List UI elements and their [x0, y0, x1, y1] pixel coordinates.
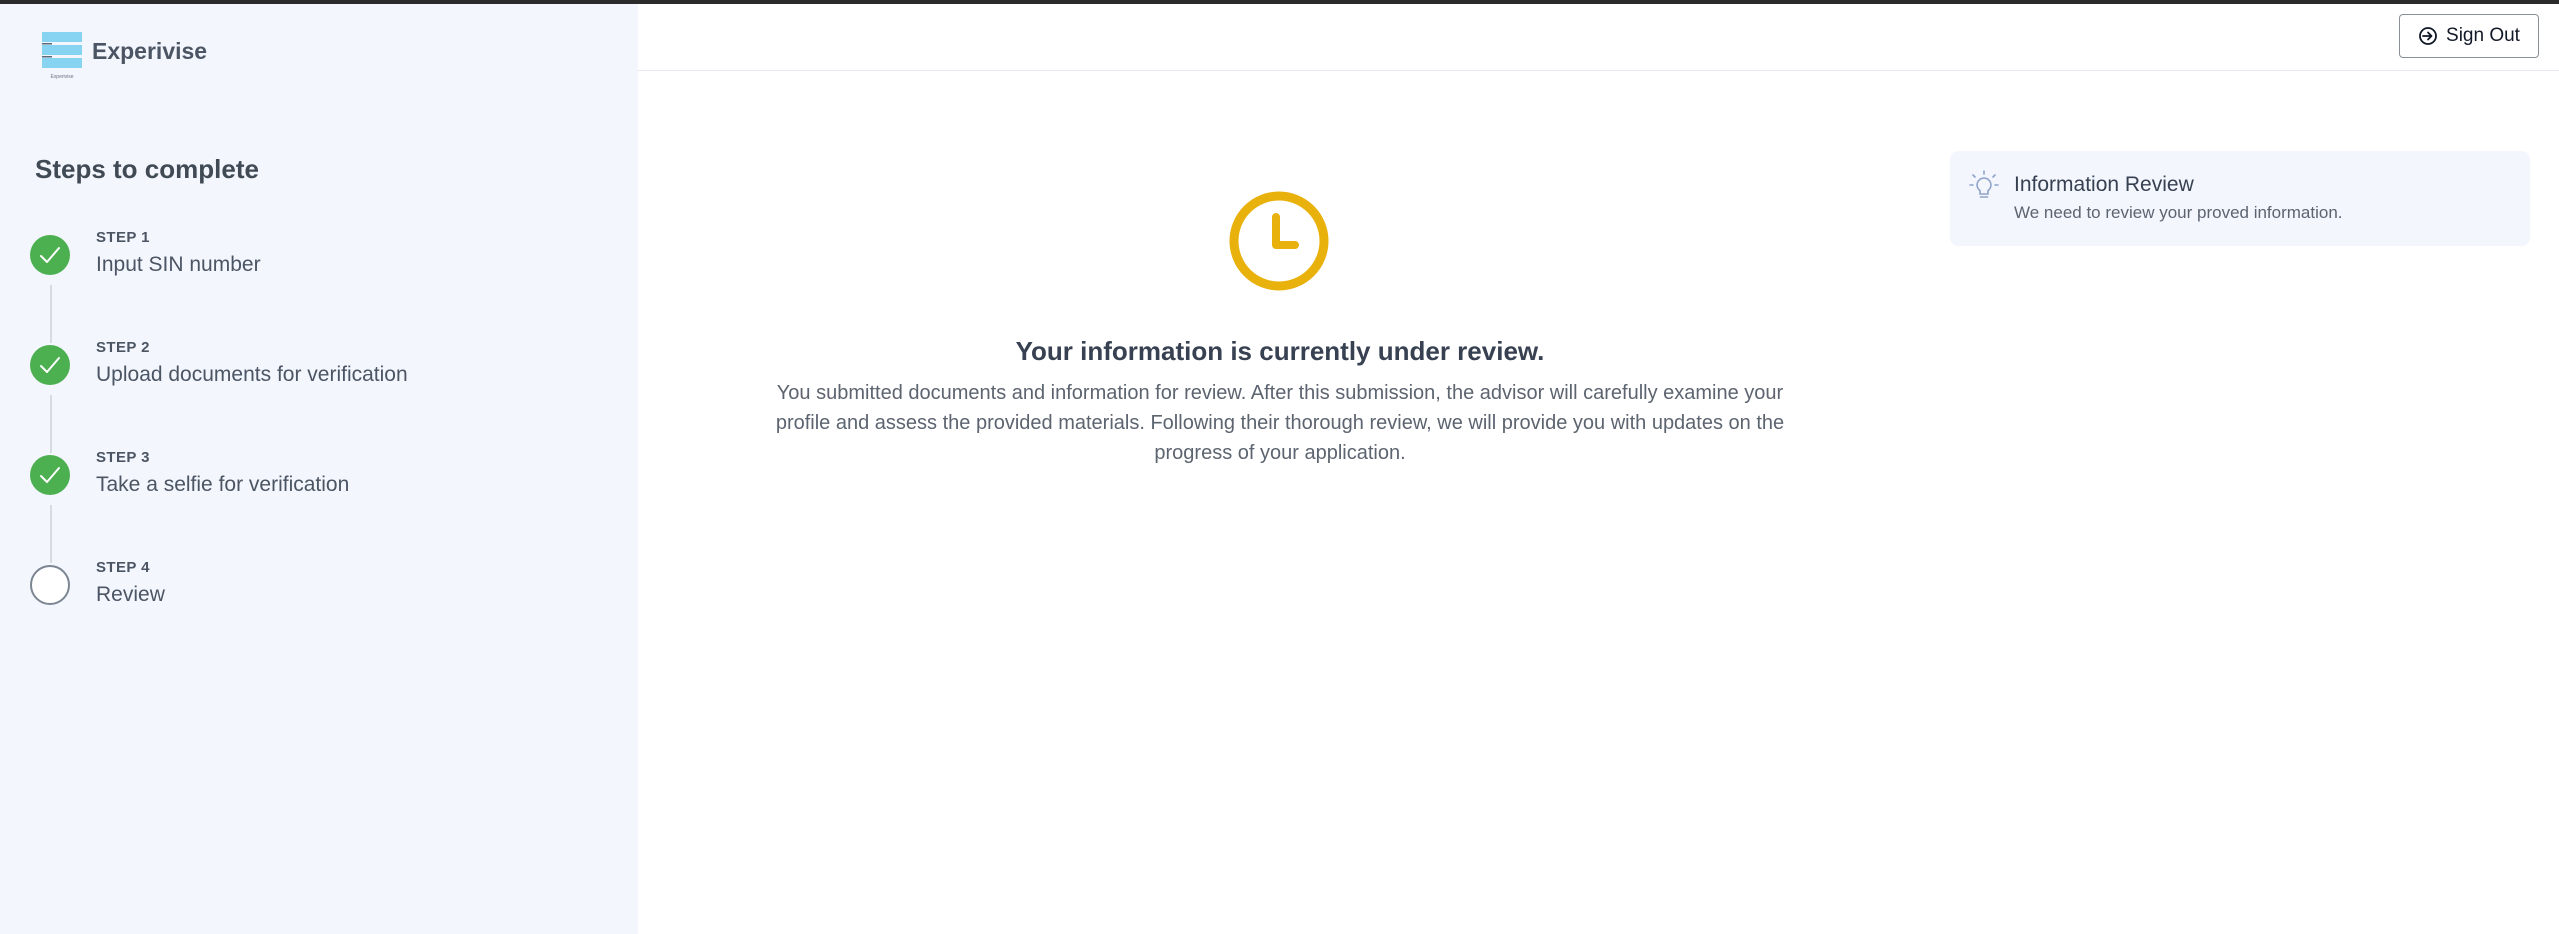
sidebar: Experivise Experivise Steps to complete … [0, 4, 638, 934]
info-subtitle: We need to review your proved informatio… [2014, 203, 2343, 222]
empty-circle-icon [30, 565, 70, 605]
review-description: You submitted documents and information … [775, 382, 1785, 464]
check-circle-icon [30, 455, 70, 495]
step-label: STEP 4 [96, 559, 150, 576]
step-label: STEP 2 [96, 339, 150, 356]
sign-out-button[interactable]: Sign Out [2399, 14, 2539, 58]
check-circle-icon [30, 235, 70, 275]
logo-caption: Experivise [50, 74, 73, 80]
steps-title: Steps to complete [35, 154, 259, 184]
step-1[interactable]: STEP 1 Input SIN number [30, 229, 590, 295]
step-name: Input SIN number [96, 253, 261, 276]
information-review-card: Information Review We need to review you… [1950, 151, 2530, 246]
step-label: STEP 1 [96, 229, 150, 246]
logo-icon: Experivise [42, 32, 82, 80]
step-name: Review [96, 583, 165, 606]
sign-out-label: Sign Out [2446, 25, 2520, 46]
step-2[interactable]: STEP 2 Upload documents for verification [30, 339, 590, 405]
lightbulb-icon [1969, 170, 1999, 198]
step-name: Upload documents for verification [96, 363, 408, 386]
step-label: STEP 3 [96, 449, 150, 466]
step-name: Take a selfie for verification [96, 473, 350, 496]
clock-icon [1229, 191, 1329, 291]
sign-in-icon [2419, 27, 2437, 45]
step-3[interactable]: STEP 3 Take a selfie for verification [30, 449, 590, 515]
step-4[interactable]: STEP 4 Review [30, 559, 590, 625]
info-title: Information Review [2014, 173, 2194, 196]
header [638, 4, 2559, 71]
check-circle-icon [30, 345, 70, 385]
brand-name: Experivise [92, 38, 208, 64]
review-title: Your information is currently under revi… [1015, 336, 1545, 366]
brand-logo[interactable]: Experivise [40, 28, 84, 80]
